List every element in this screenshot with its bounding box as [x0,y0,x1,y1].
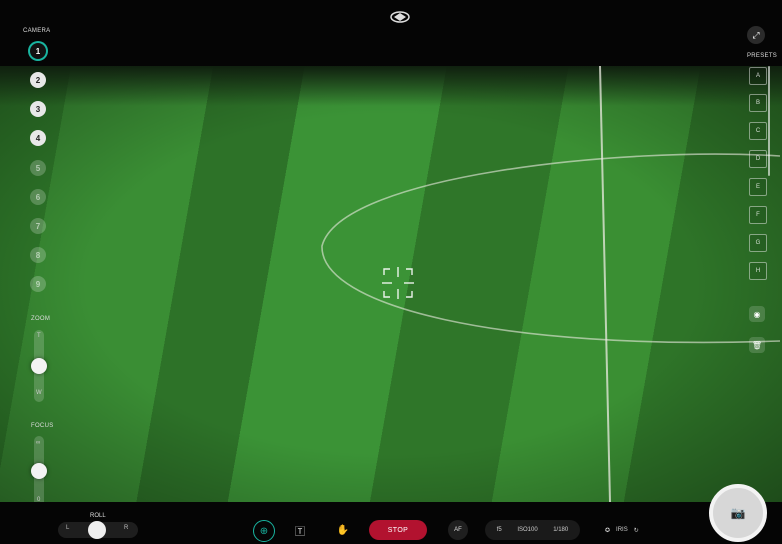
capture-button[interactable]: 📷 [709,484,767,542]
presets-scrollbar[interactable] [768,66,770,176]
roll-slider-handle[interactable] [88,521,106,539]
roll-label: ROLL [90,513,106,519]
stop-button[interactable]: STOP [369,520,427,540]
iso-value[interactable]: ISO100 [517,527,537,533]
autofocus-button[interactable]: AF [448,520,468,540]
top-bar [0,0,782,66]
presets-title: PRESETS [747,53,778,59]
preset-h[interactable]: H [749,262,767,280]
focus-top-label: ∞ [36,440,41,446]
camera-button-9[interactable]: 9 [30,276,46,292]
preset-f[interactable]: F [749,206,767,224]
text-overlay-icon[interactable]: 🅃 [290,520,310,540]
zoom-slider-handle[interactable] [31,358,47,374]
camera-panel: CAMERA 1 2 3 4 5 6 7 8 9 ZOOM T W FOCUS … [0,0,78,544]
zoom-label: ZOOM [31,316,51,322]
roll-right-label: R [124,525,129,531]
logo-icon [390,11,410,23]
camera-button-5[interactable]: 5 [30,160,46,176]
iris-control[interactable]: ✪ IRIS ↻ [605,520,655,540]
camera-title: CAMERA [23,28,51,34]
preset-e[interactable]: E [749,178,767,196]
hand-icon[interactable]: ✋ [333,520,353,540]
record-preset-icon[interactable]: ◉ [749,306,765,322]
camera-button-2[interactable]: 2 [30,72,46,88]
zoom-top-label: T [37,333,41,339]
shutter-speed-value[interactable]: 1/180 [553,527,568,533]
preset-b[interactable]: B [749,94,767,112]
preset-a[interactable]: A [749,67,767,85]
expand-icon[interactable]: ⤢ [747,26,765,44]
aperture-value[interactable]: f5 [497,527,502,533]
camera-button-4[interactable]: 4 [30,130,46,146]
camera-button-6[interactable]: 6 [30,189,46,205]
reset-icon[interactable]: ↻ [634,527,639,534]
focus-slider-handle[interactable] [31,463,47,479]
preset-d[interactable]: D [749,150,767,168]
crosshair-toggle-icon[interactable]: ⊕ [253,520,275,542]
camera-button-8[interactable]: 8 [30,247,46,263]
iris-icon: ✪ [605,527,611,534]
exposure-controls[interactable]: f5 ISO100 1/180 [485,520,580,540]
camera-button-1[interactable]: 1 [30,43,46,59]
zoom-bottom-label: W [36,390,42,396]
trash-icon[interactable]: 🗑 [749,337,765,353]
iris-label: IRIS [616,527,628,533]
focus-label: FOCUS [31,423,54,429]
roll-left-label: L [66,525,70,531]
camera-button-7[interactable]: 7 [30,218,46,234]
camera-icon: 📷 [730,506,746,520]
crosshair-icon[interactable] [380,265,416,301]
preset-c[interactable]: C [749,122,767,140]
preset-g[interactable]: G [749,234,767,252]
camera-button-3[interactable]: 3 [30,101,46,117]
